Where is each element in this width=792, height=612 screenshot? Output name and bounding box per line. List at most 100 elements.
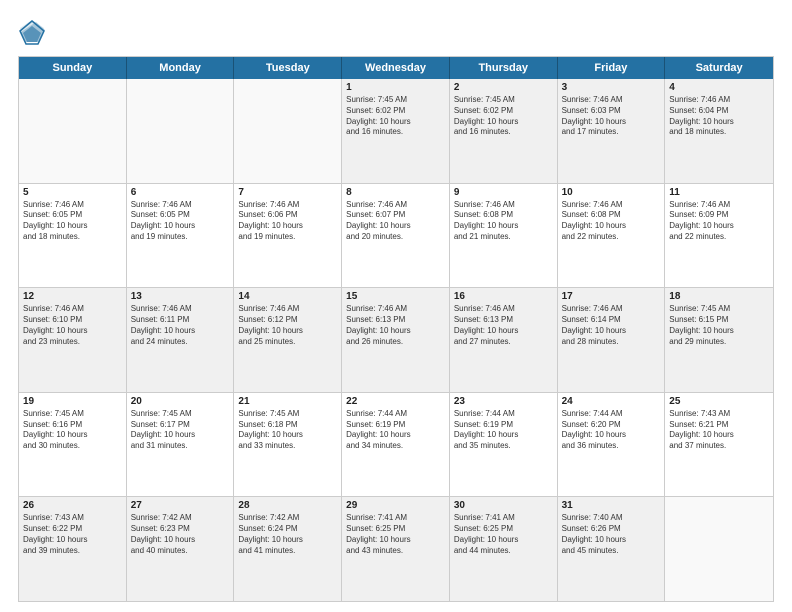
day-number: 30 (454, 500, 553, 511)
cell-info: Sunrise: 7:46 AMSunset: 6:09 PMDaylight:… (669, 200, 769, 243)
day-number: 8 (346, 187, 445, 198)
calendar-cell: 15 Sunrise: 7:46 AMSunset: 6:13 PMDayligh… (342, 288, 450, 392)
calendar-cell: 27 Sunrise: 7:42 AMSunset: 6:23 PMDayligh… (127, 497, 235, 601)
calendar-cell: 25Sunrise: 7:43 AMSunset: 6:21 PMDayligh… (665, 393, 773, 497)
calendar-cell: 24 Sunrise: 7:44 AMSunset: 6:20 PMDayligh… (558, 393, 666, 497)
calendar-cell: 3 Sunrise: 7:46 AMSunset: 6:03 PMDaylight… (558, 79, 666, 183)
calendar-cell: 10Sunrise: 7:46 AMSunset: 6:08 PMDayligh… (558, 184, 666, 288)
cell-info: Sunrise: 7:42 AMSunset: 6:24 PMDaylight:… (238, 513, 337, 556)
calendar-header-cell: Friday (558, 57, 666, 79)
day-number: 12 (23, 291, 122, 302)
day-number: 3 (562, 82, 661, 93)
day-number: 17 (562, 291, 661, 302)
day-number: 16 (454, 291, 553, 302)
calendar-cell (665, 497, 773, 601)
cell-info: Sunrise: 7:44 AMSunset: 6:19 PMDaylight:… (454, 409, 553, 452)
calendar-cell (234, 79, 342, 183)
cell-info: Sunrise: 7:43 AMSunset: 6:21 PMDaylight:… (669, 409, 769, 452)
calendar-cell: 20Sunrise: 7:45 AMSunset: 6:17 PMDayligh… (127, 393, 235, 497)
cell-info: Sunrise: 7:46 AMSunset: 6:06 PMDaylight:… (238, 200, 337, 243)
cell-info: Sunrise: 7:46 AMSunset: 6:10 PMDaylight:… (23, 304, 122, 347)
day-number: 28 (238, 500, 337, 511)
day-number: 6 (131, 187, 230, 198)
cell-info: Sunrise: 7:45 AMSunset: 6:16 PMDaylight:… (23, 409, 122, 452)
calendar-header-row: SundayMondayTuesdayWednesdayThursdayFrid… (19, 57, 773, 79)
calendar-cell: 2Sunrise: 7:45 AMSunset: 6:02 PMDaylight… (450, 79, 558, 183)
calendar-cell: 16 Sunrise: 7:46 AMSunset: 6:13 PMDayligh… (450, 288, 558, 392)
calendar-header-cell: Wednesday (342, 57, 450, 79)
calendar-cell: 4 Sunrise: 7:46 AMSunset: 6:04 PMDaylight… (665, 79, 773, 183)
calendar-cell: 5 Sunrise: 7:46 AMSunset: 6:05 PMDaylight… (19, 184, 127, 288)
cell-info: Sunrise: 7:43 AMSunset: 6:22 PMDaylight:… (23, 513, 122, 556)
calendar-week: 12 Sunrise: 7:46 AMSunset: 6:10 PMDayligh… (19, 288, 773, 393)
calendar-cell: 7 Sunrise: 7:46 AMSunset: 6:06 PMDaylight… (234, 184, 342, 288)
day-number: 10 (562, 187, 661, 198)
cell-info: Sunrise: 7:46 AMSunset: 6:13 PMDaylight:… (454, 304, 553, 347)
day-number: 4 (669, 82, 769, 93)
day-number: 29 (346, 500, 445, 511)
day-number: 20 (131, 396, 230, 407)
calendar-week: 19 Sunrise: 7:45 AMSunset: 6:16 PMDayligh… (19, 393, 773, 498)
calendar-header-cell: Sunday (19, 57, 127, 79)
cell-info: Sunrise: 7:45 AMSunset: 6:15 PMDaylight:… (669, 304, 769, 347)
calendar-header-cell: Thursday (450, 57, 558, 79)
calendar-week: 5 Sunrise: 7:46 AMSunset: 6:05 PMDaylight… (19, 184, 773, 289)
calendar-cell: 21 Sunrise: 7:45 AMSunset: 6:18 PMDayligh… (234, 393, 342, 497)
day-number: 15 (346, 291, 445, 302)
calendar-cell: 9 Sunrise: 7:46 AMSunset: 6:08 PMDaylight… (450, 184, 558, 288)
day-number: 31 (562, 500, 661, 511)
calendar-cell: 29 Sunrise: 7:41 AMSunset: 6:25 PMDayligh… (342, 497, 450, 601)
cell-info: Sunrise: 7:46 AMSunset: 6:13 PMDaylight:… (346, 304, 445, 347)
day-number: 13 (131, 291, 230, 302)
cell-info: Sunrise: 7:41 AMSunset: 6:25 PMDaylight:… (346, 513, 445, 556)
logo (18, 18, 50, 46)
calendar-week: 26 Sunrise: 7:43 AMSunset: 6:22 PMDayligh… (19, 497, 773, 601)
cell-info: Sunrise: 7:45 AMSunset: 6:18 PMDaylight:… (238, 409, 337, 452)
day-number: 26 (23, 500, 122, 511)
calendar-body: 1 Sunrise: 7:45 AMSunset: 6:02 PMDaylight… (19, 79, 773, 601)
calendar-header-cell: Saturday (665, 57, 773, 79)
day-number: 23 (454, 396, 553, 407)
cell-info: Sunrise: 7:46 AMSunset: 6:04 PMDaylight:… (669, 95, 769, 138)
day-number: 27 (131, 500, 230, 511)
calendar-cell: 31Sunrise: 7:40 AMSunset: 6:26 PMDayligh… (558, 497, 666, 601)
calendar-cell: 11 Sunrise: 7:46 AMSunset: 6:09 PMDayligh… (665, 184, 773, 288)
calendar-header-cell: Monday (127, 57, 235, 79)
cell-info: Sunrise: 7:46 AMSunset: 6:11 PMDaylight:… (131, 304, 230, 347)
calendar-cell: 22 Sunrise: 7:44 AMSunset: 6:19 PMDayligh… (342, 393, 450, 497)
calendar-cell: 6 Sunrise: 7:46 AMSunset: 6:05 PMDaylight… (127, 184, 235, 288)
cell-info: Sunrise: 7:46 AMSunset: 6:08 PMDaylight:… (454, 200, 553, 243)
calendar-cell (19, 79, 127, 183)
logo-icon (18, 18, 46, 46)
calendar-cell (127, 79, 235, 183)
cell-info: Sunrise: 7:46 AMSunset: 6:05 PMDaylight:… (131, 200, 230, 243)
day-number: 1 (346, 82, 445, 93)
cell-info: Sunrise: 7:44 AMSunset: 6:20 PMDaylight:… (562, 409, 661, 452)
cell-info: Sunrise: 7:45 AMSunset: 6:02 PMDaylight:… (346, 95, 445, 138)
day-number: 2 (454, 82, 553, 93)
calendar-cell: 26 Sunrise: 7:43 AMSunset: 6:22 PMDayligh… (19, 497, 127, 601)
cell-info: Sunrise: 7:46 AMSunset: 6:05 PMDaylight:… (23, 200, 122, 243)
day-number: 5 (23, 187, 122, 198)
cell-info: Sunrise: 7:42 AMSunset: 6:23 PMDaylight:… (131, 513, 230, 556)
calendar-header-cell: Tuesday (234, 57, 342, 79)
day-number: 9 (454, 187, 553, 198)
calendar-cell: 13 Sunrise: 7:46 AMSunset: 6:11 PMDayligh… (127, 288, 235, 392)
calendar-week: 1 Sunrise: 7:45 AMSunset: 6:02 PMDaylight… (19, 79, 773, 184)
calendar-cell: 30 Sunrise: 7:41 AMSunset: 6:25 PMDayligh… (450, 497, 558, 601)
calendar-cell: 1 Sunrise: 7:45 AMSunset: 6:02 PMDaylight… (342, 79, 450, 183)
cell-info: Sunrise: 7:46 AMSunset: 6:03 PMDaylight:… (562, 95, 661, 138)
calendar-cell: 23 Sunrise: 7:44 AMSunset: 6:19 PMDayligh… (450, 393, 558, 497)
cell-info: Sunrise: 7:44 AMSunset: 6:19 PMDaylight:… (346, 409, 445, 452)
day-number: 14 (238, 291, 337, 302)
day-number: 19 (23, 396, 122, 407)
day-number: 18 (669, 291, 769, 302)
day-number: 11 (669, 187, 769, 198)
day-number: 7 (238, 187, 337, 198)
day-number: 21 (238, 396, 337, 407)
cell-info: Sunrise: 7:41 AMSunset: 6:25 PMDaylight:… (454, 513, 553, 556)
day-number: 24 (562, 396, 661, 407)
calendar-cell: 17Sunrise: 7:46 AMSunset: 6:14 PMDayligh… (558, 288, 666, 392)
cell-info: Sunrise: 7:46 AMSunset: 6:07 PMDaylight:… (346, 200, 445, 243)
day-number: 22 (346, 396, 445, 407)
